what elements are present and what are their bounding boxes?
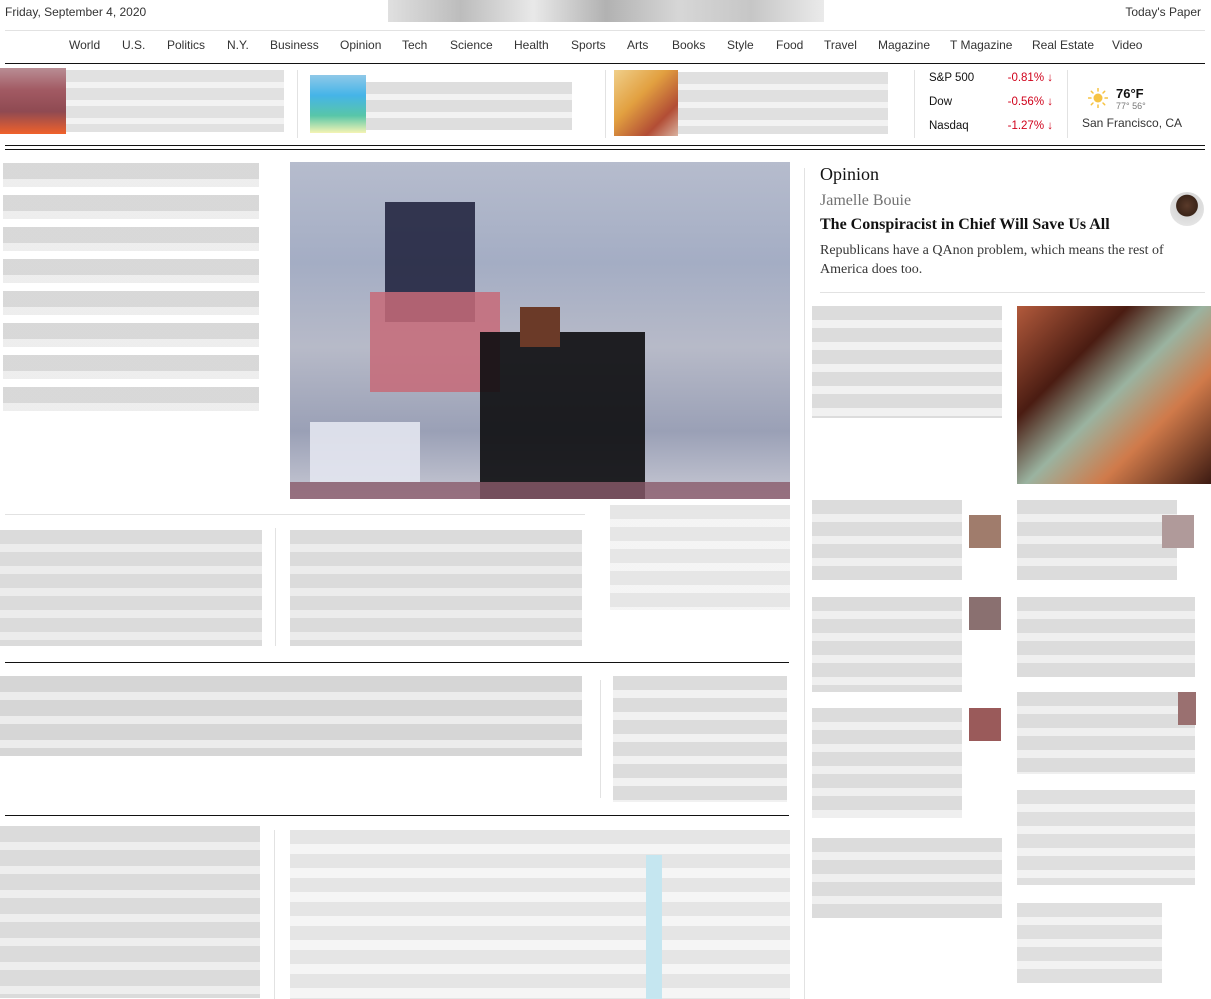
story-text[interactable] [0, 676, 582, 756]
story-text[interactable] [0, 530, 262, 646]
nav-item-us[interactable]: U.S. [122, 38, 145, 52]
opinion-thumbnail[interactable] [969, 597, 1001, 630]
promo-2-thumbnail[interactable] [310, 75, 366, 133]
column-divider [274, 830, 275, 999]
opinion-story-text[interactable] [1017, 692, 1195, 774]
opinion-headline[interactable]: The Conspiracist in Chief Will Save Us A… [820, 216, 1110, 234]
market-name: Dow [929, 96, 953, 108]
nav-item-opinion[interactable]: Opinion [340, 38, 381, 52]
nav-item-health[interactable]: Health [514, 38, 549, 52]
section-rule [5, 815, 789, 816]
market-change: -1.27% ↓ [1007, 120, 1053, 132]
nav-item-real-estate[interactable]: Real Estate [1032, 38, 1094, 52]
market-change: -0.56% ↓ [1007, 96, 1053, 108]
promo-3-thumbnail[interactable] [614, 70, 678, 136]
market-change: -0.81% ↓ [1007, 72, 1053, 84]
nav-item-tech[interactable]: Tech [402, 38, 427, 52]
arrow-down-icon: ↓ [1047, 120, 1053, 132]
opinion-story-text[interactable] [1017, 500, 1177, 580]
weather-temperature: 76°F [1116, 86, 1144, 101]
image-region [290, 482, 790, 499]
sun-icon [1088, 88, 1108, 108]
nav-item-arts[interactable]: Arts [627, 38, 648, 52]
chart-graphic [646, 855, 662, 999]
nav-item-books[interactable]: Books [672, 38, 705, 52]
masthead-logo[interactable] [388, 0, 824, 22]
opinion-story-image[interactable] [1017, 306, 1211, 484]
weather-high-low: 77° 56° [1116, 101, 1146, 111]
double-rule-top [5, 145, 1205, 146]
lead-story-image[interactable] [290, 162, 790, 499]
story-text[interactable] [0, 826, 260, 998]
header-divider [5, 30, 1205, 31]
opinion-thumbnail[interactable] [1162, 515, 1194, 548]
nav-item-sports[interactable]: Sports [571, 38, 606, 52]
opinion-story-text[interactable] [812, 838, 1002, 918]
promo-3-text[interactable] [678, 72, 888, 134]
nav-item-politics[interactable]: Politics [167, 38, 205, 52]
story-text[interactable] [610, 505, 790, 610]
opinion-story-text[interactable] [812, 500, 962, 580]
market-row: Nasdaq -1.27% ↓ [929, 120, 1059, 144]
opinion-divider [820, 292, 1205, 293]
market-row: S&P 500 -0.81% ↓ [929, 72, 1059, 96]
opinion-story-text[interactable] [1017, 903, 1162, 983]
image-region [310, 422, 420, 482]
story-text[interactable] [290, 530, 582, 646]
opinion-thumbnail[interactable] [1178, 692, 1196, 725]
opinion-story-text[interactable] [1017, 597, 1195, 677]
column-divider [275, 528, 276, 646]
market-row: Dow -0.56% ↓ [929, 96, 1059, 120]
opinion-author[interactable]: Jamelle Bouie [820, 192, 911, 210]
promo-divider-2 [605, 70, 606, 138]
promo-1-text[interactable] [66, 70, 284, 132]
arrow-down-icon: ↓ [1047, 96, 1053, 108]
opinion-section-label[interactable]: Opinion [820, 164, 879, 185]
lead-story-text[interactable] [3, 163, 259, 419]
promo-2-text[interactable] [366, 82, 572, 130]
nav-item-business[interactable]: Business [270, 38, 319, 52]
right-column-divider [804, 168, 805, 999]
double-rule-bottom [5, 149, 1205, 150]
opinion-thumbnail[interactable] [969, 515, 1001, 548]
page-date: Friday, September 4, 2020 [5, 5, 147, 19]
opinion-summary: Republicans have a QAnon problem, which … [820, 243, 1164, 277]
nav-item-style[interactable]: Style [727, 38, 754, 52]
story-text[interactable] [613, 676, 787, 802]
nav-item-t-magazine[interactable]: T Magazine [950, 38, 1012, 52]
opinion-story-text[interactable] [812, 306, 1002, 418]
weather-divider [1067, 70, 1068, 138]
weather-city: San Francisco, CA [1082, 116, 1183, 130]
promo-divider-1 [297, 70, 298, 138]
nav-item-science[interactable]: Science [450, 38, 493, 52]
section-rule [5, 662, 789, 663]
todays-paper-link[interactable]: Today's Paper [1125, 5, 1201, 19]
section-divider [5, 514, 585, 515]
author-avatar [1170, 192, 1204, 226]
arrow-down-icon: ↓ [1047, 72, 1053, 84]
nav-item-video[interactable]: Video [1112, 38, 1142, 52]
nav-item-world[interactable]: World [69, 38, 100, 52]
nav-item-magazine[interactable]: Magazine [878, 38, 930, 52]
opinion-thumbnail[interactable] [969, 708, 1001, 741]
section-nav: World U.S. Politics N.Y. Business Opinio… [0, 38, 1211, 58]
market-name: S&P 500 [929, 72, 975, 84]
opinion-story-text[interactable] [812, 597, 962, 692]
nav-item-ny[interactable]: N.Y. [227, 38, 249, 52]
image-region [520, 307, 560, 347]
story-text[interactable] [290, 830, 790, 999]
promo-1-thumbnail[interactable] [0, 68, 66, 134]
promo-divider-3 [914, 70, 915, 138]
image-region [480, 332, 645, 499]
nav-item-food[interactable]: Food [776, 38, 803, 52]
markets-widget[interactable]: S&P 500 -0.81% ↓ Dow -0.56% ↓ Nasdaq -1.… [929, 72, 1059, 144]
column-divider [600, 680, 601, 798]
market-name: Nasdaq [929, 120, 969, 132]
opinion-story-text[interactable] [1017, 790, 1195, 885]
opinion-story-text[interactable] [812, 708, 962, 818]
nav-rule [5, 63, 1205, 64]
nav-item-travel[interactable]: Travel [824, 38, 857, 52]
